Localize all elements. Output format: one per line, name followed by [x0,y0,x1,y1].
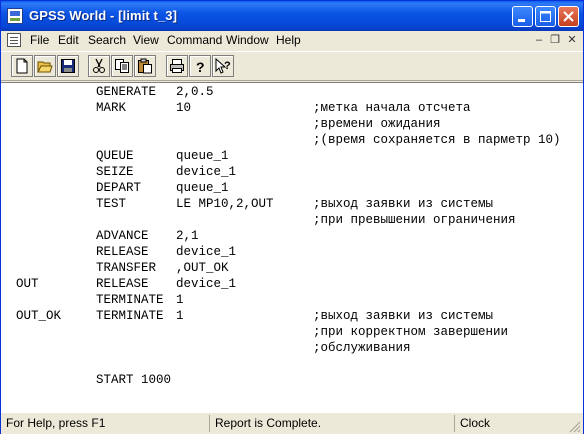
svg-text:?: ? [196,59,205,74]
new-icon [16,58,28,74]
menu-view[interactable]: View [133,33,159,48]
context-help-button[interactable]: ? [212,55,234,77]
app-window: GPSS World - [limit t_3] File Edit Searc… [0,0,584,434]
status-bar: For Help, press F1 Report is Complete. C… [1,412,583,434]
save-button[interactable] [57,55,79,77]
svg-text:?: ? [224,60,231,72]
menu-command[interactable]: Command [167,33,222,48]
close-icon [563,11,574,22]
minimize-button[interactable] [512,6,533,27]
status-message: Report is Complete. [209,415,454,432]
status-help: For Help, press F1 [6,416,106,430]
title-bar[interactable]: GPSS World - [limit t_3] [1,1,583,31]
window-title: GPSS World - [limit t_3] [29,8,178,23]
close-button[interactable] [558,6,579,27]
menu-bar: File Edit Search View Command Window Hel… [1,31,583,50]
resize-grip-icon[interactable] [569,421,581,433]
maximize-icon [540,11,551,22]
menu-help[interactable]: Help [276,33,301,48]
save-icon [61,59,75,73]
copy-icon [115,59,129,73]
context-help-icon: ? [215,58,231,74]
cut-button[interactable] [88,55,110,77]
help-button[interactable]: ? [189,55,211,77]
new-button[interactable] [11,55,33,77]
open-button[interactable] [34,55,56,77]
document-icon[interactable] [7,33,21,47]
status-clock: Clock [454,415,571,432]
paste-button[interactable] [134,55,156,77]
menu-search[interactable]: Search [88,33,126,48]
app-icon[interactable] [7,8,23,24]
code-editor[interactable]: GENERATE 2,0.5 MARK 10 ;метка начала отсчет… [1,82,583,412]
print-icon [170,59,184,73]
copy-button[interactable] [111,55,133,77]
mdi-minimize-icon[interactable]: – [532,34,546,47]
menu-edit[interactable]: Edit [58,33,79,48]
mdi-close-icon[interactable]: ✕ [565,34,579,47]
help-icon: ? [196,59,205,74]
print-button[interactable] [166,55,188,77]
menu-window[interactable]: Window [226,33,269,48]
paste-icon [138,58,152,74]
cut-icon [93,58,105,73]
mdi-restore-icon[interactable]: ❐ [548,34,562,47]
minimize-icon [518,19,525,22]
maximize-button[interactable] [535,6,556,27]
menu-file[interactable]: File [30,33,49,48]
open-icon [37,61,53,73]
toolbar: ? ? [1,51,583,81]
